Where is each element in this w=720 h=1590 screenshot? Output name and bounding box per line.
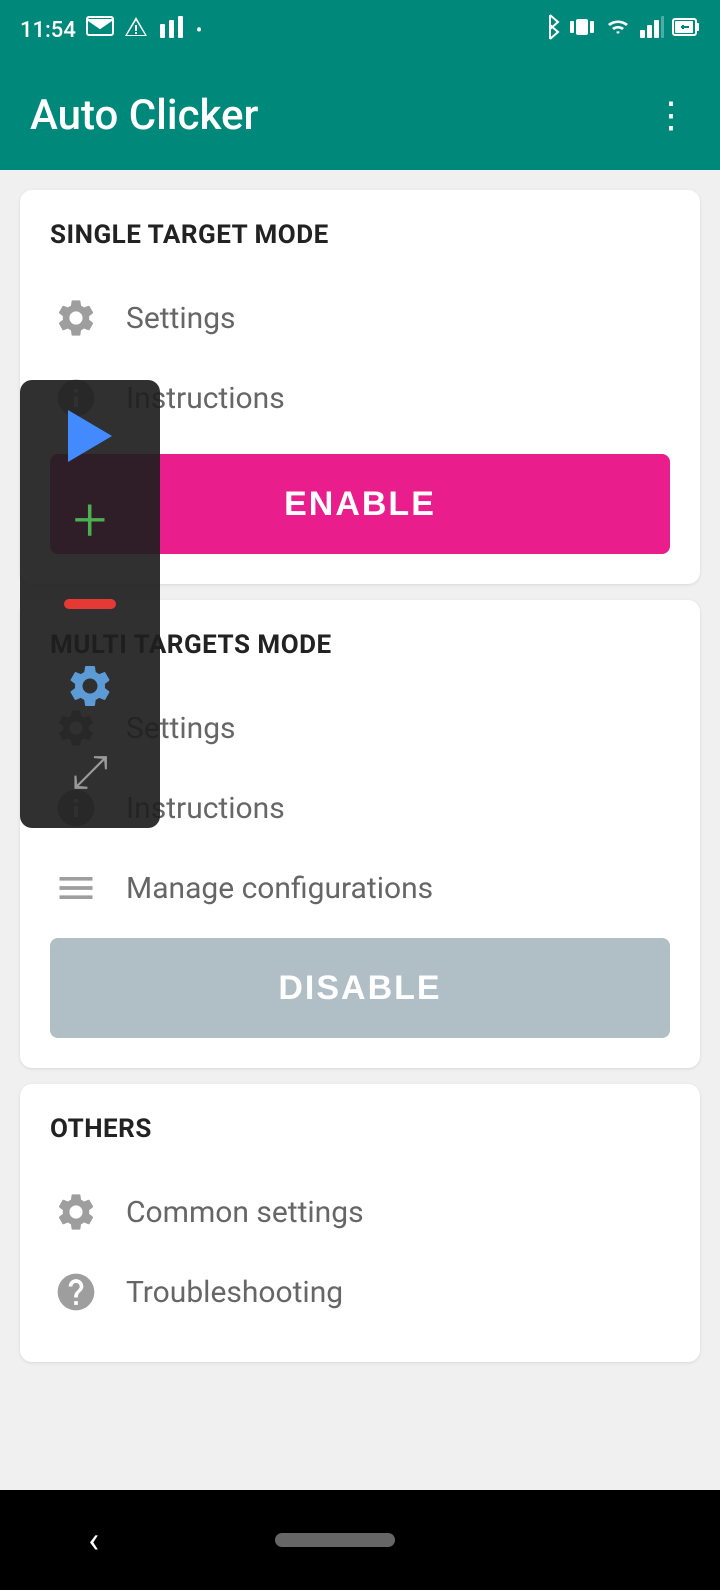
others-card: OTHERS Common settings Troubleshooting xyxy=(20,1084,700,1362)
play-icon xyxy=(68,410,112,462)
time-label: 11:54 xyxy=(20,18,76,43)
float-add-button[interactable]: + xyxy=(35,480,145,560)
main-content: SINGLE TARGET MODE Settings Instructions… xyxy=(0,170,720,1490)
common-settings-label: Common settings xyxy=(126,1195,364,1230)
battery-icon xyxy=(672,16,700,44)
others-title: OTHERS xyxy=(50,1114,670,1144)
back-button[interactable]: ‹ xyxy=(88,1519,99,1561)
troubleshooting-item[interactable]: Troubleshooting xyxy=(50,1252,670,1332)
app-title: Auto Clicker xyxy=(30,91,258,140)
common-settings-item[interactable]: Common settings xyxy=(50,1172,670,1252)
vibrate-icon xyxy=(568,15,596,45)
common-settings-icon xyxy=(50,1186,102,1238)
signal-icon xyxy=(640,16,664,44)
home-pill[interactable] xyxy=(275,1533,395,1547)
disable-button[interactable]: DISABLE xyxy=(50,938,670,1038)
signal-game-icon xyxy=(158,16,186,44)
floating-panel: + ⤢ xyxy=(20,380,160,828)
msg-icon xyxy=(86,16,114,44)
status-left: 11:54 • xyxy=(20,15,202,45)
wifi-icon xyxy=(604,16,632,44)
float-play-button[interactable] xyxy=(35,396,145,476)
add-icon: + xyxy=(73,490,107,550)
float-gear-icon xyxy=(65,661,115,715)
more-menu-button[interactable]: ⋮ xyxy=(653,94,690,136)
single-settings-item[interactable]: Settings xyxy=(50,278,670,358)
help-icon xyxy=(50,1266,102,1318)
status-right xyxy=(540,13,700,47)
move-icon: ⤢ xyxy=(72,749,109,795)
float-move-button[interactable]: ⤢ xyxy=(35,732,145,812)
status-bar: 11:54 • xyxy=(0,0,720,60)
manage-config-icon xyxy=(50,862,102,914)
single-settings-label: Settings xyxy=(126,301,236,336)
float-settings-button[interactable] xyxy=(35,648,145,728)
manage-config-item[interactable]: Manage configurations xyxy=(50,848,670,928)
troubleshooting-label: Troubleshooting xyxy=(126,1275,343,1310)
single-target-title: SINGLE TARGET MODE xyxy=(50,220,670,250)
dot-icon: • xyxy=(196,20,202,41)
app-bar: Auto Clicker ⋮ xyxy=(0,60,720,170)
remove-icon xyxy=(64,599,116,609)
float-remove-button[interactable] xyxy=(35,564,145,644)
nav-bar: ‹ xyxy=(0,1490,720,1590)
alert-icon xyxy=(124,15,148,45)
settings-icon xyxy=(50,292,102,344)
bluetooth-icon xyxy=(540,13,560,47)
manage-config-label: Manage configurations xyxy=(126,871,433,906)
